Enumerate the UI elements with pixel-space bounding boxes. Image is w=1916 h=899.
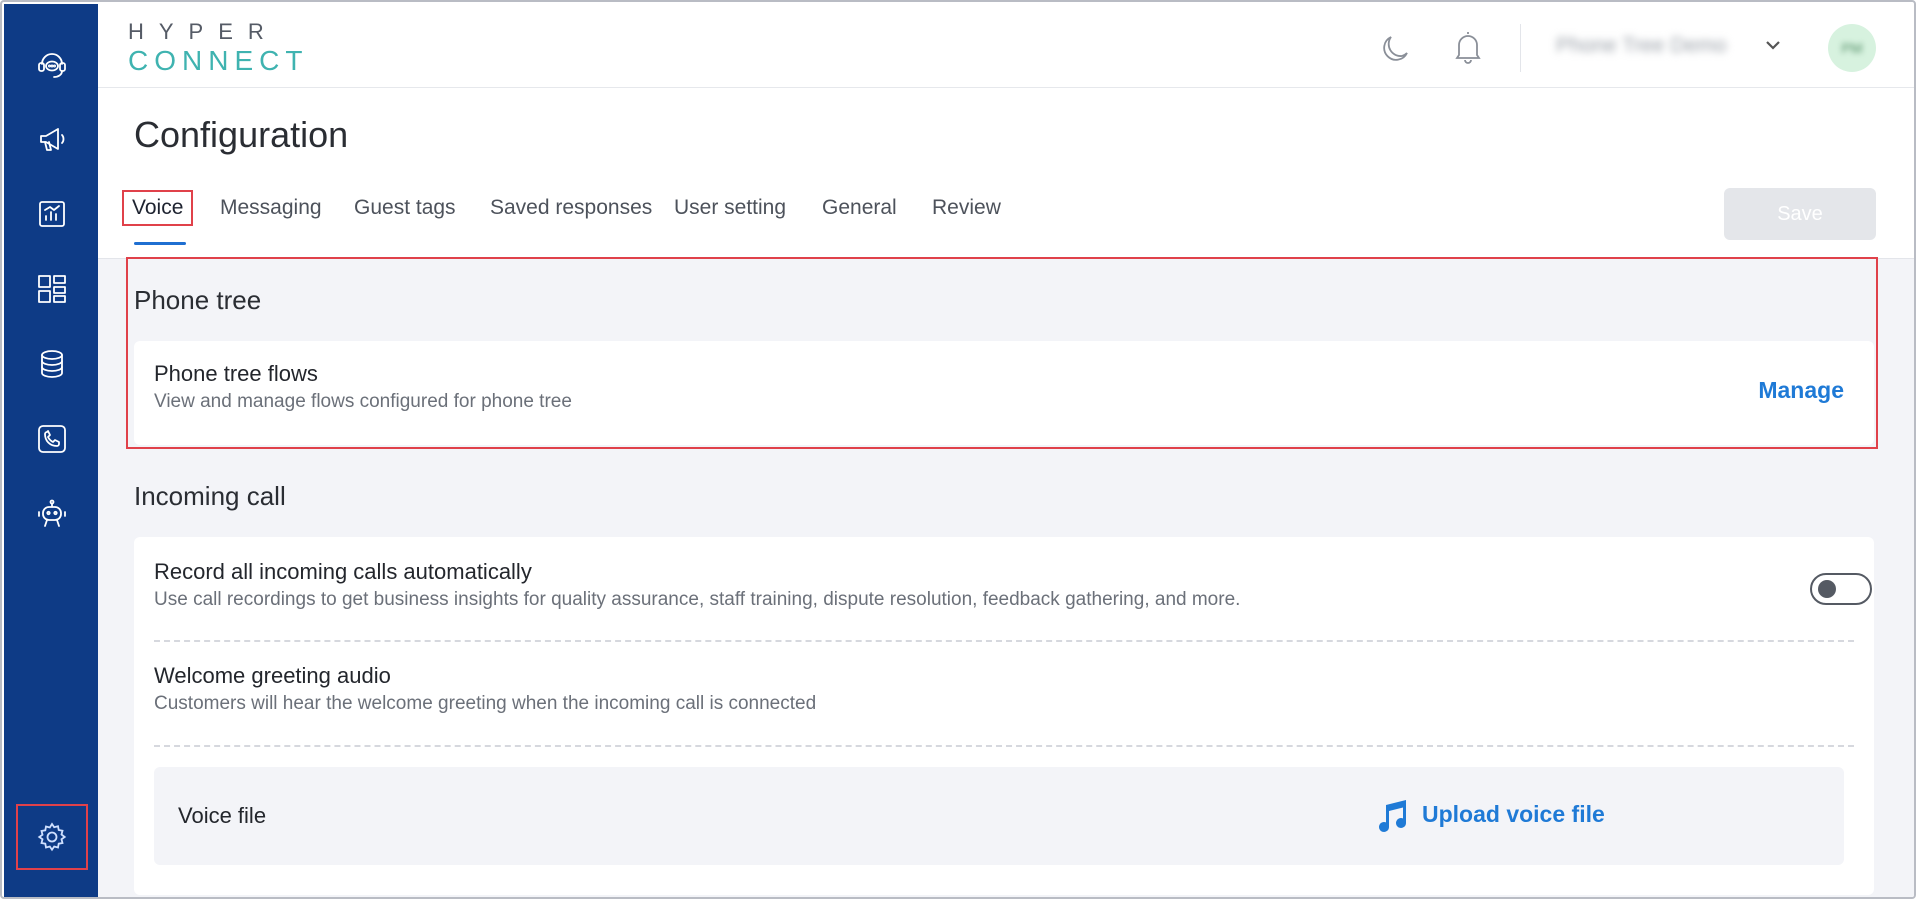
incoming-call-card: Record all incoming calls automatically …	[134, 537, 1874, 895]
row-divider	[154, 745, 1854, 747]
database-icon[interactable]	[32, 344, 72, 384]
record-calls-desc: Use call recordings to get business insi…	[154, 589, 1241, 610]
manage-link[interactable]: Manage	[1758, 377, 1844, 404]
phone-tree-flows-title: Phone tree flows	[154, 361, 318, 386]
incoming-call-section-title: Incoming call	[134, 481, 286, 511]
phone-tree-section-title: Phone tree	[134, 285, 262, 315]
phone-tree-flows-desc: View and manage flows configured for pho…	[154, 391, 572, 412]
tab-general[interactable]: General	[812, 190, 907, 226]
avatar[interactable]: PM	[1828, 24, 1876, 72]
welcome-greeting-title: Welcome greeting audio	[154, 663, 391, 688]
voice-file-label: Voice file	[178, 803, 267, 828]
tab-review[interactable]: Review	[922, 190, 1011, 226]
logo-top-text: HYPER	[128, 19, 279, 44]
logo-bottom-text: CONNECT	[128, 45, 309, 76]
voice-file-box: Voice file Upload voice file	[154, 767, 1844, 865]
tab-guest-tags[interactable]: Guest tags	[344, 190, 466, 226]
dashboard-grid-icon[interactable]	[32, 269, 72, 309]
phone-tree-flows-card: Phone tree flows View and manage flows c…	[134, 341, 1874, 445]
toggle-knob	[1818, 580, 1836, 598]
record-calls-title: Record all incoming calls automatically	[154, 559, 532, 584]
gear-icon	[37, 822, 67, 852]
top-header: HYPER CONNECT Phone Tree Demo PM	[98, 4, 1914, 88]
tab-voice[interactable]: Voice	[122, 190, 194, 226]
active-tab-indicator	[134, 242, 186, 245]
save-button[interactable]: Save	[1724, 188, 1876, 240]
chevron-down-icon[interactable]	[1762, 34, 1784, 56]
report-chart-icon[interactable]	[32, 194, 72, 234]
page-title: Configuration	[134, 114, 349, 155]
chat-headset-icon[interactable]	[32, 44, 72, 84]
megaphone-icon[interactable]	[32, 119, 72, 159]
logo: HYPER CONNECT	[128, 20, 308, 76]
music-note-icon	[1374, 797, 1410, 835]
tab-saved-responses[interactable]: Saved responses	[480, 190, 662, 226]
tab-user-setting[interactable]: User setting	[664, 190, 796, 226]
bot-icon[interactable]	[32, 494, 72, 534]
avatar-initials: PM	[1841, 40, 1863, 56]
account-name[interactable]: Phone Tree Demo	[1556, 34, 1726, 58]
record-calls-toggle[interactable]	[1810, 573, 1872, 605]
dark-mode-moon-icon[interactable]	[1378, 30, 1414, 66]
phone-icon[interactable]	[32, 419, 72, 459]
settings-button[interactable]	[16, 804, 88, 870]
welcome-greeting-desc: Customers will hear the welcome greeting…	[154, 693, 817, 714]
notification-bell-icon[interactable]	[1450, 28, 1486, 66]
header-divider	[1520, 24, 1521, 72]
app-window: HYPER CONNECT Phone Tree Demo PM Configu…	[0, 0, 1916, 899]
upload-voice-file-link[interactable]: Upload voice file	[1422, 801, 1605, 828]
voice-settings-content: Phone tree Phone tree flows View and man…	[98, 257, 1914, 897]
tab-messaging[interactable]: Messaging	[210, 190, 332, 226]
row-divider	[154, 640, 1854, 642]
sidebar	[4, 4, 98, 897]
